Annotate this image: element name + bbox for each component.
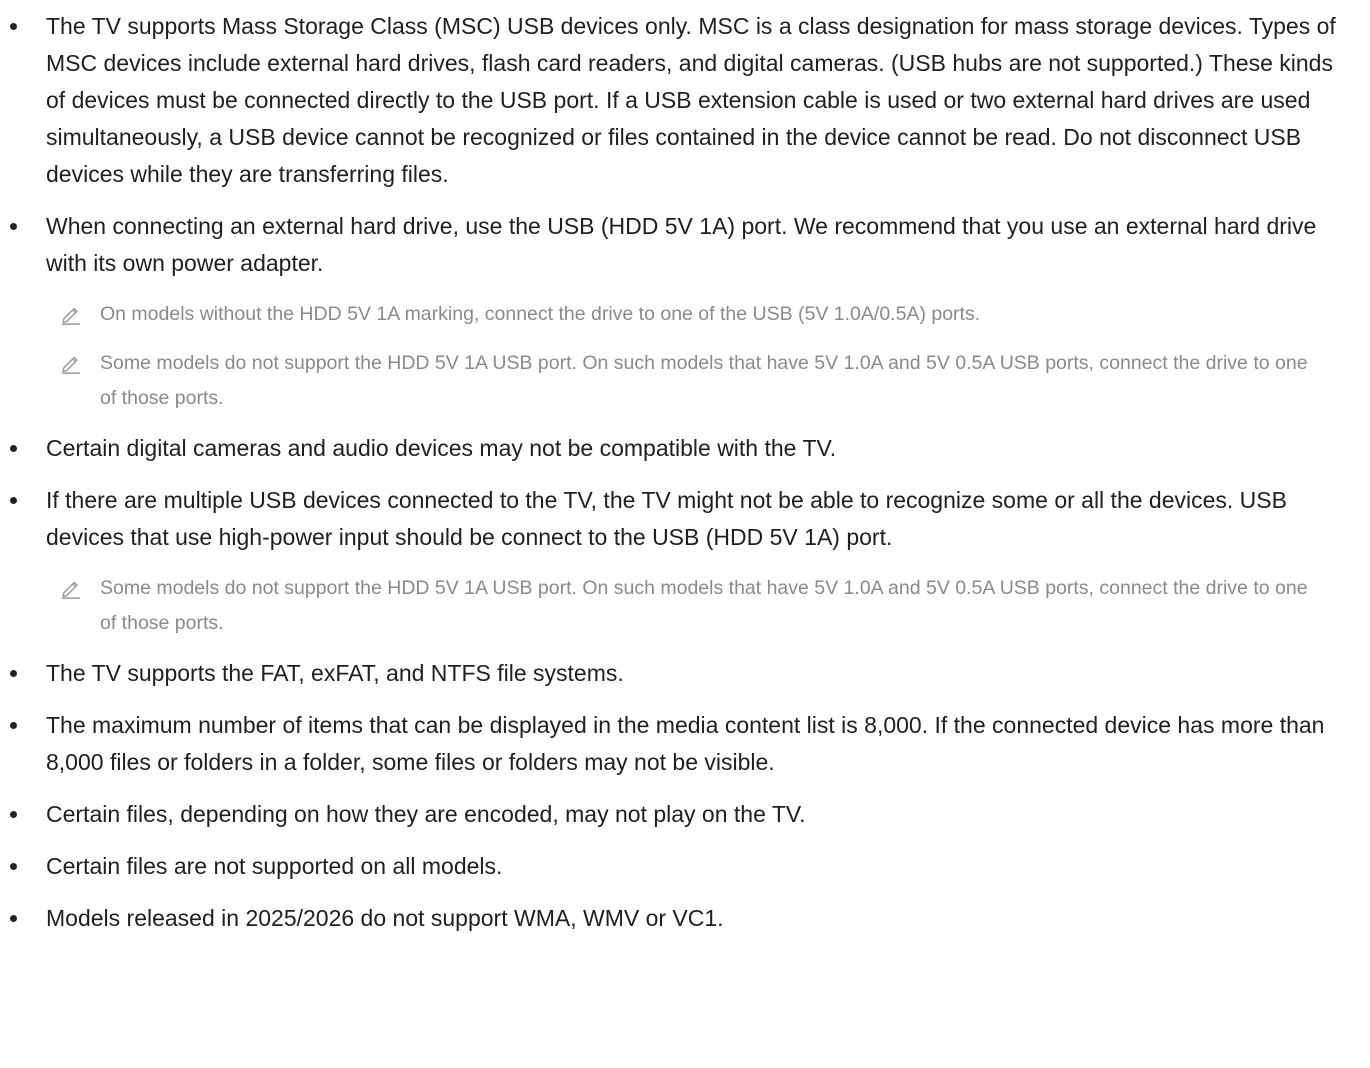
bullet-text: Models released in 2025/2026 do not supp… — [46, 905, 724, 931]
bullet-dot — [10, 670, 17, 677]
bullet-dot — [10, 722, 17, 729]
pencil-icon — [61, 307, 81, 325]
bullet-dot — [10, 497, 17, 504]
bullet-item: When connecting an external hard drive, … — [0, 208, 1370, 282]
bullet-text: When connecting an external hard drive, … — [46, 213, 1317, 276]
bullet-text: If there are multiple USB devices connec… — [46, 487, 1287, 550]
bullet-item: Certain digital cameras and audio device… — [0, 430, 1370, 467]
bullet-item: Models released in 2025/2026 do not supp… — [0, 900, 1370, 937]
pencil-icon — [61, 356, 81, 374]
note-text: On models without the HDD 5V 1A marking,… — [100, 303, 981, 325]
bullet-text: The TV supports Mass Storage Class (MSC)… — [46, 13, 1336, 187]
note-item: Some models do not support the HDD 5V 1A… — [0, 346, 1370, 416]
note-item: Some models do not support the HDD 5V 1A… — [0, 571, 1370, 641]
pencil-icon — [61, 581, 81, 599]
bullet-item: The maximum number of items that can be … — [0, 707, 1370, 781]
bullet-dot — [10, 811, 17, 818]
note-text: Some models do not support the HDD 5V 1A… — [100, 352, 1308, 409]
bullet-item: Certain files, depending on how they are… — [0, 796, 1370, 833]
bullet-dot — [10, 863, 17, 870]
bullet-text: The maximum number of items that can be … — [46, 712, 1325, 775]
bullet-item: The TV supports the FAT, exFAT, and NTFS… — [0, 655, 1370, 692]
note-item: On models without the HDD 5V 1A marking,… — [0, 297, 1370, 332]
note-text: Some models do not support the HDD 5V 1A… — [100, 577, 1308, 634]
bullet-item: If there are multiple USB devices connec… — [0, 482, 1370, 556]
bullet-dot — [10, 223, 17, 230]
bullet-dot — [10, 915, 17, 922]
bullet-dot — [10, 23, 17, 30]
bullet-item: The TV supports Mass Storage Class (MSC)… — [0, 8, 1370, 193]
bullet-dot — [10, 445, 17, 452]
bullet-item: Certain files are not supported on all m… — [0, 848, 1370, 885]
usb-notes-document: The TV supports Mass Storage Class (MSC)… — [0, 8, 1370, 952]
bullet-text: Certain files are not supported on all m… — [46, 853, 503, 879]
bullet-text: Certain files, depending on how they are… — [46, 801, 806, 827]
bullet-text: Certain digital cameras and audio device… — [46, 435, 837, 461]
bullet-text: The TV supports the FAT, exFAT, and NTFS… — [46, 660, 624, 686]
